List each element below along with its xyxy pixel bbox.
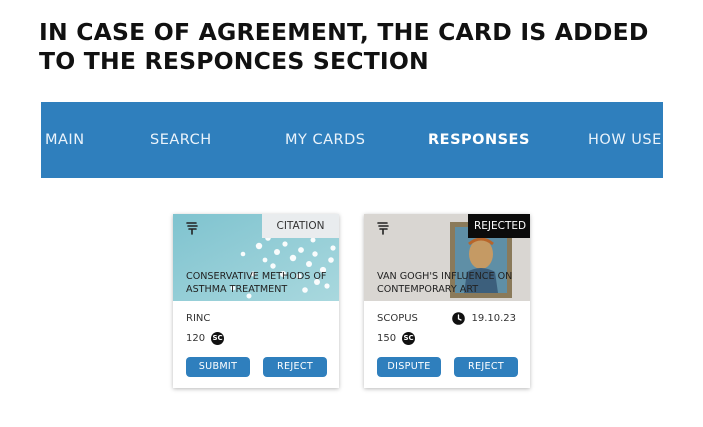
card-title: CONSERVATIVE METHODS OF ASTHMA TREATMENT: [186, 271, 327, 295]
page-headline: IN CASE OF AGREEMENT, THE CARD IS ADDED …: [39, 18, 649, 75]
nav-item-search[interactable]: SEARCH: [150, 102, 212, 178]
response-card: CITATION CONSERVATIVE METHODS OF ASTHMA …: [173, 214, 339, 388]
response-card: REJECTED VAN GOGH'S INFLUENCE ON CONTEMP…: [364, 214, 530, 388]
coin-icon: SC: [211, 332, 225, 345]
nav-item-how-use[interactable]: HOW USE: [588, 102, 662, 178]
dispute-button[interactable]: DISPUTE: [377, 357, 441, 377]
reject-button[interactable]: REJECT: [454, 357, 518, 377]
card-date: 19.10.23: [452, 312, 516, 325]
tag-icon: [186, 222, 198, 235]
top-navigation: MAIN SEARCH MY CARDS RESPONSES HOW USE: [41, 102, 663, 178]
price-value: 150: [377, 333, 397, 344]
reject-button[interactable]: REJECT: [263, 357, 327, 377]
card-price: 150 SC: [377, 332, 416, 345]
card-title: VAN GOGH'S INFLUENCE ON CONTEMPORARY ART: [377, 271, 513, 295]
coin-icon: SC: [402, 332, 416, 345]
card-price: 120 SC: [186, 332, 225, 345]
clock-icon: [452, 312, 466, 325]
nav-item-my-cards[interactable]: MY CARDS: [285, 102, 365, 178]
card-image: CITATION CONSERVATIVE METHODS OF ASTHMA …: [173, 214, 339, 301]
card-source: RINC: [186, 313, 211, 324]
card-source: SCOPUS: [377, 313, 418, 324]
card-image: REJECTED VAN GOGH'S INFLUENCE ON CONTEMP…: [364, 214, 530, 301]
status-badge: REJECTED: [468, 214, 530, 238]
submit-button[interactable]: SUBMIT: [186, 357, 250, 377]
price-value: 120: [186, 333, 206, 344]
date-value: 19.10.23: [471, 313, 516, 324]
status-badge: CITATION: [262, 214, 339, 238]
tag-icon: [377, 222, 389, 235]
nav-item-responses[interactable]: RESPONSES: [428, 102, 530, 178]
nav-item-main[interactable]: MAIN: [45, 102, 85, 178]
